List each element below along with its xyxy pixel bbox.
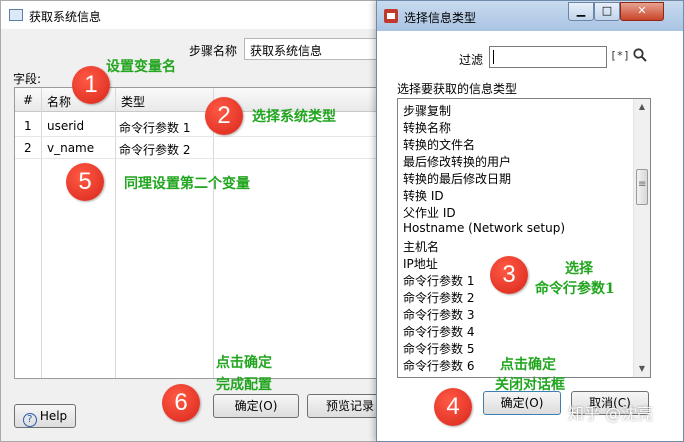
list-item[interactable]: 父作业 ID: [403, 204, 456, 221]
annotation-text-1: 设置变量名: [106, 59, 176, 75]
table-row[interactable]: 2 v_name 命令行参数 2: [15, 137, 385, 159]
title-bar: 选择信息类型 ▁ □ ✕: [377, 1, 683, 31]
ok-button[interactable]: 确定(O): [483, 391, 561, 415]
row-name[interactable]: userid: [47, 119, 84, 133]
scroll-down-icon[interactable]: ▼: [634, 361, 650, 377]
scroll-thumb[interactable]: [636, 169, 648, 205]
annotation-text-3a: 选择: [565, 261, 593, 277]
window-title: 获取系统信息: [29, 10, 102, 24]
annotation-text-5: 同理设置第二个变量: [124, 176, 250, 192]
list-item[interactable]: 转换的文件名: [403, 136, 475, 153]
col-header-type[interactable]: 类型: [121, 93, 145, 110]
list-item[interactable]: 命令行参数 2: [403, 289, 474, 306]
info-type-list[interactable]: 步骤复制 转换名称 转换的文件名 最后修改转换的用户 转换的最后修改日期 转换 ID 父作业…: [397, 98, 651, 378]
system-info-dialog: 获取系统信息 步骤名称 获取系统信息 字段: # 名称 类型 1 userid …: [0, 0, 404, 442]
minimize-icon[interactable]: ▁: [568, 2, 594, 21]
list-scrollbar[interactable]: ▲ ▼: [633, 99, 650, 377]
list-item[interactable]: 转换的最后修改日期: [403, 170, 511, 187]
list-item[interactable]: 主机名: [403, 238, 439, 255]
list-item[interactable]: 命令行参数 5: [403, 340, 474, 357]
list-item[interactable]: 命令行参数 4: [403, 323, 474, 340]
step-badge-3: 3: [490, 256, 528, 294]
row-num: 2: [24, 141, 32, 155]
step-badge-5: 5: [66, 163, 104, 201]
annotation-text-4a: 点击确定: [500, 357, 556, 373]
list-item[interactable]: 最后修改转换的用户: [403, 153, 511, 170]
list-item[interactable]: 转换 ID: [403, 187, 444, 204]
fields-label: 字段:: [13, 72, 42, 86]
annotation-text-2: 选择系统类型: [252, 109, 336, 125]
row-name[interactable]: v_name: [47, 141, 94, 155]
annotation-text-6b: 完成配置: [216, 377, 272, 393]
list-item[interactable]: 命令行参数 6: [403, 357, 474, 374]
row-num: 1: [24, 119, 32, 133]
step-badge-6: 6: [162, 384, 200, 422]
window-title: 选择信息类型: [404, 11, 477, 25]
watermark: 知乎 @沈亮: [568, 404, 654, 423]
help-label: Help: [39, 409, 68, 423]
list-item[interactable]: 命令行参数 3: [403, 306, 474, 323]
search-icon[interactable]: [633, 48, 647, 62]
close-icon[interactable]: ✕: [620, 2, 664, 21]
annotation-text-4b: 关闭对话框: [495, 377, 565, 393]
step-badge-1: 1: [72, 66, 110, 104]
list-item[interactable]: 步骤复制: [403, 102, 451, 119]
fields-table: # 名称 类型 1 userid 命令行参数 1 2 v_name 命令行参数 …: [14, 87, 386, 379]
annotation-text-6a: 点击确定: [216, 355, 272, 371]
maximize-icon[interactable]: □: [594, 2, 620, 21]
row-type[interactable]: 命令行参数 1: [119, 119, 190, 136]
help-icon: ?: [22, 413, 37, 427]
col-header-num[interactable]: #: [23, 93, 33, 107]
regex-icon[interactable]: [*]: [610, 49, 630, 62]
title-bar: 获取系统信息: [1, 1, 385, 29]
list-item[interactable]: Hostname (Network setup): [403, 221, 565, 235]
step-badge-4: 4: [434, 388, 472, 426]
list-label: 选择要获取的信息类型: [397, 82, 518, 96]
step-name-label: 步骤名称: [189, 44, 238, 58]
filter-input[interactable]: [489, 46, 607, 68]
app-icon: [9, 9, 23, 21]
ok-button[interactable]: 确定(O): [213, 394, 299, 418]
row-type[interactable]: 命令行参数 2: [119, 141, 190, 158]
help-button[interactable]: ? Help: [14, 404, 76, 428]
list-item[interactable]: IP地址: [403, 255, 438, 272]
scroll-up-icon[interactable]: ▲: [634, 99, 650, 115]
list-item[interactable]: 转换名称: [403, 119, 451, 136]
app-icon: [384, 9, 398, 23]
filter-label: 过滤: [459, 53, 484, 67]
step-badge-2: 2: [205, 97, 243, 135]
col-header-name[interactable]: 名称: [47, 93, 71, 110]
annotation-text-3b: 命令行参数1: [535, 281, 615, 297]
list-item[interactable]: 命令行参数 1: [403, 272, 474, 289]
